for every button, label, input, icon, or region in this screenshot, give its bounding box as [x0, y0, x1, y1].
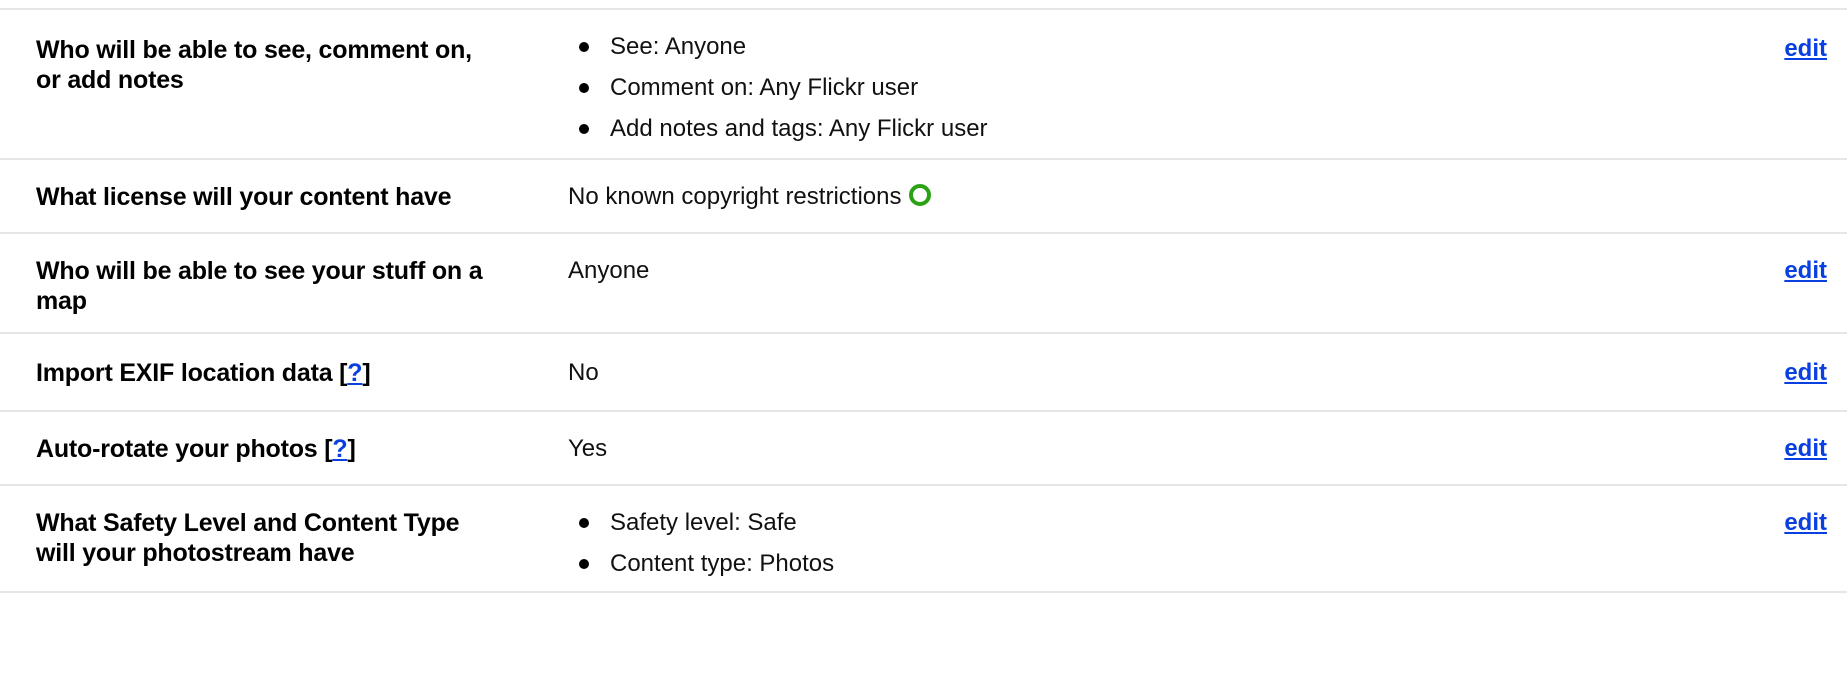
edit-autorotate-link[interactable]: edit [1784, 434, 1827, 464]
settings-row-autorotate: Auto-rotate your photos [?] Yes edit [0, 412, 1847, 486]
settings-row-license: What license will your content have No k… [0, 160, 1847, 234]
settings-label: Who will be able to see your stuff on a … [36, 257, 483, 315]
list-item: Safety level: Safe [568, 508, 834, 549]
settings-row-map: Who will be able to see your stuff on a … [0, 234, 1847, 334]
settings-value: Yes [568, 435, 608, 462]
settings-values: Safety level: Safe Content type: Photos [568, 508, 834, 590]
label-bracket: ] [362, 359, 371, 387]
edit-safety-link[interactable]: edit [1784, 508, 1827, 538]
settings-values: See: Anyone Comment on: Any Flickr user … [568, 32, 988, 155]
settings-row-exif: Import EXIF location data [?] No edit [0, 334, 1847, 412]
exif-label-text: Import EXIF location data [ [36, 359, 348, 387]
no-known-copyright-icon [909, 184, 932, 206]
privacy-settings-list: Who will be able to see, comment on, or … [0, 0, 1847, 699]
license-text: No known copyright restrictions [568, 183, 902, 210]
settings-value: No known copyright restrictions [568, 182, 932, 212]
list-item: See: Anyone [568, 32, 988, 73]
list-item: Content type: Photos [568, 549, 834, 590]
settings-label: What Safety Level and Content Type will … [36, 509, 460, 567]
settings-label: Import EXIF location data [?] [36, 358, 496, 388]
settings-value: No [568, 359, 599, 386]
settings-row-safety: What Safety Level and Content Type will … [0, 486, 1847, 593]
settings-row-visibility: Who will be able to see, comment on, or … [0, 8, 1847, 160]
settings-label: Auto-rotate your photos [?] [36, 434, 496, 464]
label-bracket: ] [347, 435, 356, 463]
autorotate-label-text: Auto-rotate your photos [ [36, 435, 333, 463]
settings-label: Who will be able to see, comment on, or … [36, 36, 472, 94]
settings-value: Anyone [568, 257, 650, 284]
edit-visibility-link[interactable]: edit [1784, 34, 1827, 64]
edit-map-link[interactable]: edit [1784, 256, 1827, 286]
list-item: Comment on: Any Flickr user [568, 73, 988, 114]
settings-label: What license will your content have [36, 183, 452, 211]
edit-exif-link[interactable]: edit [1784, 358, 1827, 388]
exif-help-link[interactable]: ? [347, 359, 362, 387]
autorotate-help-link[interactable]: ? [332, 435, 347, 463]
list-item: Add notes and tags: Any Flickr user [568, 114, 988, 155]
